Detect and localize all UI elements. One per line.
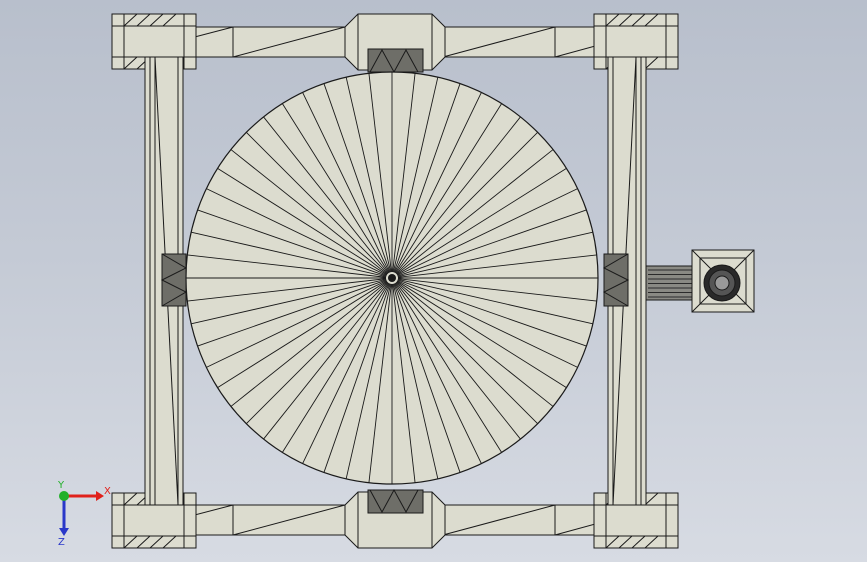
y-axis-label: Y [57, 480, 65, 491]
left-post[interactable] [144, 56, 188, 506]
graphics-viewport[interactable]: X Y Z [0, 0, 867, 562]
z-axis-label: Z [58, 537, 65, 548]
right-bearing-block[interactable] [603, 253, 629, 307]
bottom-frame[interactable] [111, 488, 679, 549]
model-view[interactable]: X Y Z [0, 0, 867, 562]
rotating-disc[interactable] [185, 71, 599, 485]
motor-assembly[interactable] [645, 249, 755, 313]
y-axis-dot [59, 491, 69, 501]
disc-hub[interactable] [388, 274, 396, 282]
view-orientation-triad: X Y Z [57, 480, 111, 548]
left-bearing-block[interactable] [161, 253, 187, 307]
top-frame[interactable] [111, 13, 679, 74]
x-axis-label: X [104, 486, 111, 497]
right-post[interactable] [602, 56, 647, 506]
